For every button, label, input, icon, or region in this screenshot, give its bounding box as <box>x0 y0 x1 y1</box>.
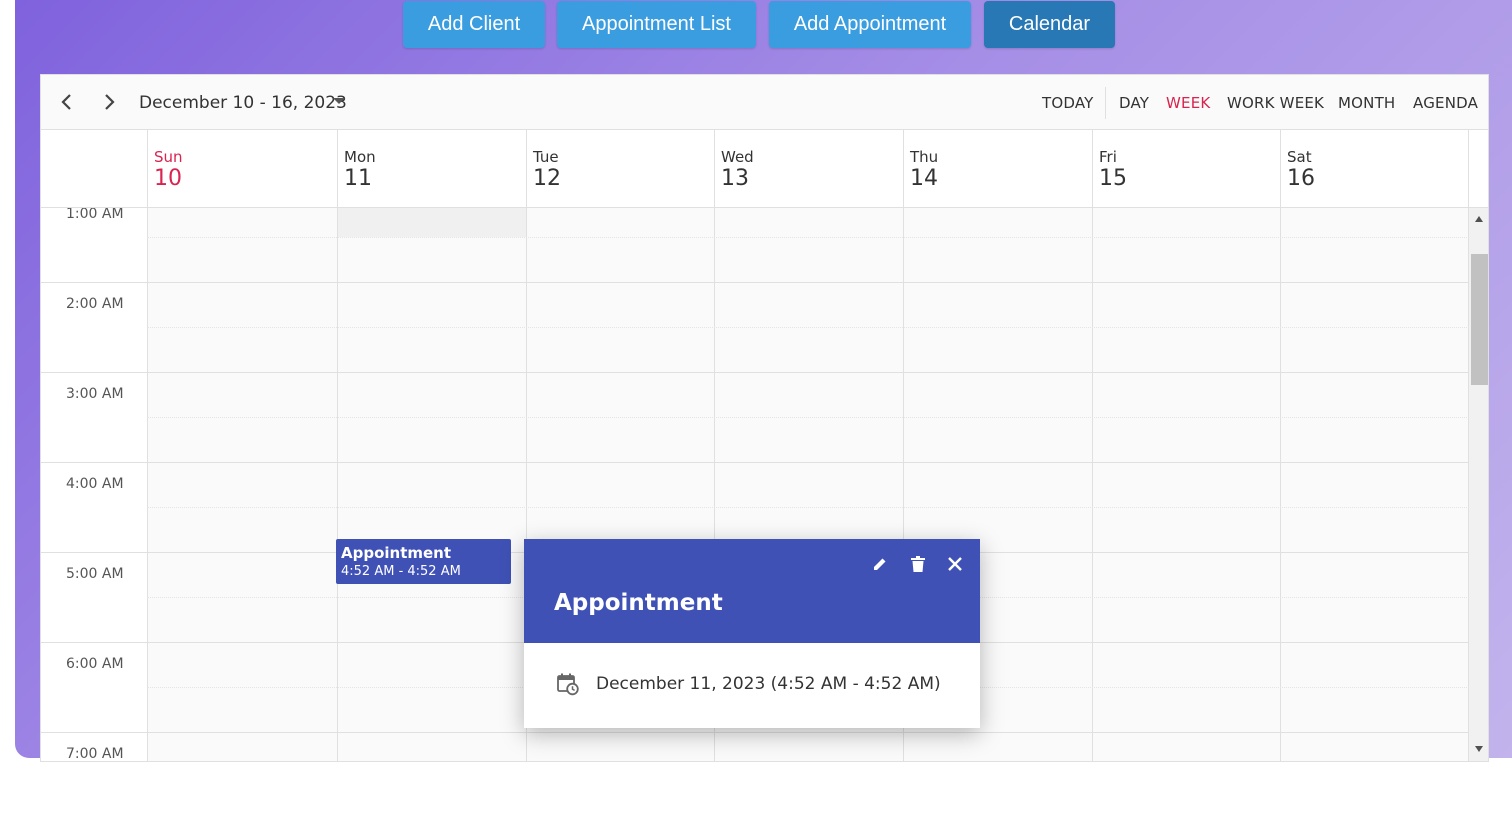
day-number: 11 <box>344 166 372 191</box>
day-header-row: Sun 10 Mon 11 Tue 12 Wed 13 Thu 14 Fri 1… <box>41 130 1488 208</box>
day-header-fri[interactable]: Fri 15 <box>1092 130 1280 208</box>
scheduler-toolbar: December 10 - 16, 2023 TODAY DAY WEEK WO… <box>41 75 1488 130</box>
day-number: 14 <box>910 166 938 191</box>
calendar-clock-icon <box>557 673 579 696</box>
appointment-time: 4:52 AM - 4:52 AM <box>341 564 461 579</box>
day-header-sat[interactable]: Sat 16 <box>1280 130 1469 208</box>
popup-title: Appointment <box>554 590 723 616</box>
view-work-week-button[interactable]: WORK WEEK <box>1227 94 1324 112</box>
close-button[interactable] <box>944 553 966 575</box>
day-header-thu[interactable]: Thu 14 <box>903 130 1092 208</box>
chevron-left-icon <box>61 94 71 110</box>
appointment-event[interactable]: Appointment 4:52 AM - 4:52 AM <box>336 539 511 584</box>
day-number: 13 <box>721 166 749 191</box>
day-header-sun[interactable]: Sun 10 <box>147 130 337 208</box>
popup-date-text: December 11, 2023 (4:52 AM - 4:52 AM) <box>596 674 941 694</box>
day-name: Tue <box>533 148 559 166</box>
popup-body: December 11, 2023 (4:52 AM - 4:52 AM) <box>524 643 980 728</box>
add-appointment-button[interactable]: Add Appointment <box>769 1 971 48</box>
day-column-fri[interactable] <box>1092 208 1280 761</box>
day-name: Thu <box>910 148 939 166</box>
vertical-scrollbar[interactable] <box>1469 208 1488 761</box>
caret-down-icon[interactable] <box>333 98 345 104</box>
day-header-tue[interactable]: Tue 12 <box>526 130 714 208</box>
grid-line <box>41 282 147 283</box>
view-month-button[interactable]: MONTH <box>1338 94 1395 112</box>
grid-line <box>147 372 1469 373</box>
view-week-button[interactable]: WEEK <box>1166 94 1210 112</box>
edit-button[interactable] <box>869 553 891 575</box>
grid-line <box>41 462 147 463</box>
add-client-button[interactable]: Add Client <box>403 1 545 48</box>
day-column-sat[interactable] <box>1280 208 1469 761</box>
previous-week-button[interactable] <box>54 89 80 115</box>
grid-line <box>41 372 147 373</box>
toolbar-divider <box>1105 87 1106 119</box>
day-header-wed[interactable]: Wed 13 <box>714 130 903 208</box>
grid-line <box>147 732 1469 733</box>
close-icon <box>948 557 962 571</box>
grid-line <box>41 732 147 733</box>
time-label: 7:00 AM <box>66 746 124 762</box>
day-number: 16 <box>1287 166 1315 191</box>
time-axis: 1:00 AM 2:00 AM 3:00 AM 4:00 AM 5:00 AM … <box>41 208 147 762</box>
grid-line <box>147 282 1469 283</box>
appointment-list-button[interactable]: Appointment List <box>557 1 756 48</box>
grid-line <box>41 552 147 553</box>
today-button[interactable]: TODAY <box>1042 94 1094 112</box>
grid-line <box>147 462 1469 463</box>
time-label: 4:00 AM <box>66 476 124 492</box>
popup-header: Appointment <box>524 539 980 643</box>
view-day-button[interactable]: DAY <box>1119 94 1149 112</box>
delete-button[interactable] <box>907 553 929 575</box>
top-nav: Add Client Appointment List Add Appointm… <box>0 1 1512 49</box>
time-label: 1:00 AM <box>66 208 124 222</box>
day-name: Wed <box>721 148 754 166</box>
scrollbar-thumb[interactable] <box>1471 254 1488 385</box>
grid-line <box>147 417 1469 418</box>
calendar-button[interactable]: Calendar <box>984 1 1115 48</box>
pencil-icon <box>874 558 886 570</box>
time-label: 5:00 AM <box>66 566 124 582</box>
grid-line <box>147 237 1469 238</box>
view-agenda-button[interactable]: AGENDA <box>1413 94 1478 112</box>
date-range-picker[interactable]: December 10 - 16, 2023 <box>139 93 347 113</box>
appointment-title: Appointment <box>341 544 452 562</box>
time-label: 3:00 AM <box>66 386 124 402</box>
next-week-button[interactable] <box>96 89 122 115</box>
day-column-sun[interactable] <box>147 208 337 761</box>
day-number: 12 <box>533 166 561 191</box>
trash-icon <box>911 556 925 572</box>
appointment-quick-popup: Appointment December 11, 2023 (4:52 AM -… <box>524 539 980 728</box>
grid-line <box>147 507 1469 508</box>
day-name: Sun <box>154 148 183 166</box>
day-name: Mon <box>344 148 376 166</box>
day-column-mon[interactable] <box>337 208 526 761</box>
selected-cell[interactable] <box>338 208 526 237</box>
chevron-right-icon <box>105 94 115 110</box>
day-number: 15 <box>1099 166 1127 191</box>
time-label: 2:00 AM <box>66 296 124 312</box>
grid-line <box>147 327 1469 328</box>
day-number: 10 <box>154 166 182 191</box>
scroll-up-icon[interactable] <box>1475 216 1483 222</box>
day-name: Fri <box>1099 148 1117 166</box>
day-name: Sat <box>1287 148 1312 166</box>
day-header-mon[interactable]: Mon 11 <box>337 130 526 208</box>
time-label: 6:00 AM <box>66 656 124 672</box>
scroll-down-icon[interactable] <box>1475 746 1483 752</box>
grid-line <box>41 642 147 643</box>
